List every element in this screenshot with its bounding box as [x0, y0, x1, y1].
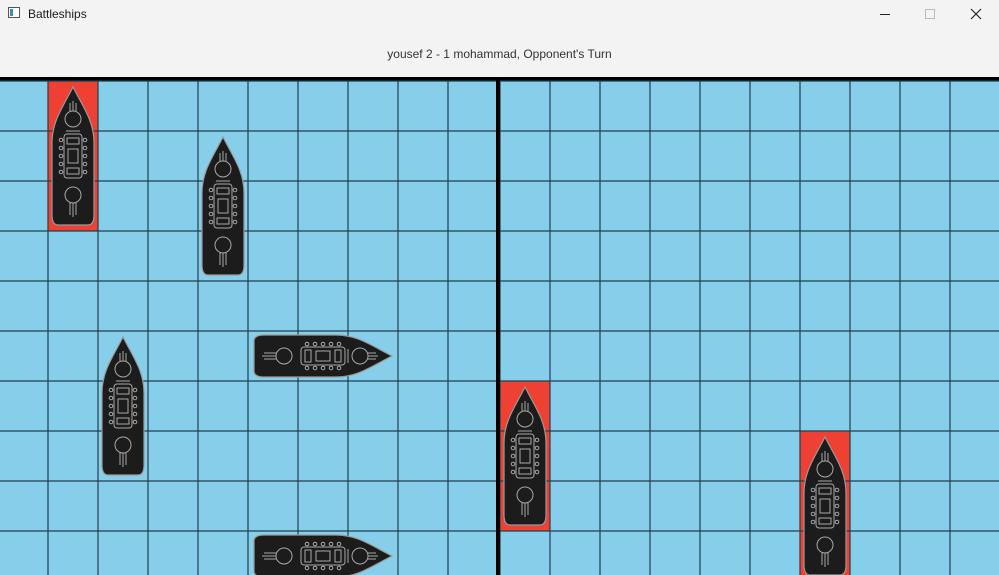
close-button[interactable]	[953, 0, 999, 27]
game-area	[0, 77, 999, 575]
maximize-icon	[925, 8, 935, 19]
boards-canvas[interactable]	[0, 77, 999, 575]
window-app-icon	[8, 7, 20, 18]
window-title: Battleships	[28, 7, 87, 21]
title-bar: Battleships	[0, 0, 999, 27]
minimize-button[interactable]	[862, 0, 908, 27]
board-divider	[496, 77, 500, 575]
opponent-board[interactable]	[499, 80, 999, 575]
status-text: yousef 2 - 1 mohammad, Opponent's Turn	[387, 47, 612, 61]
close-icon	[970, 8, 982, 19]
minimize-icon	[880, 13, 890, 15]
maximize-button[interactable]	[907, 0, 953, 27]
player-board[interactable]	[0, 80, 499, 575]
